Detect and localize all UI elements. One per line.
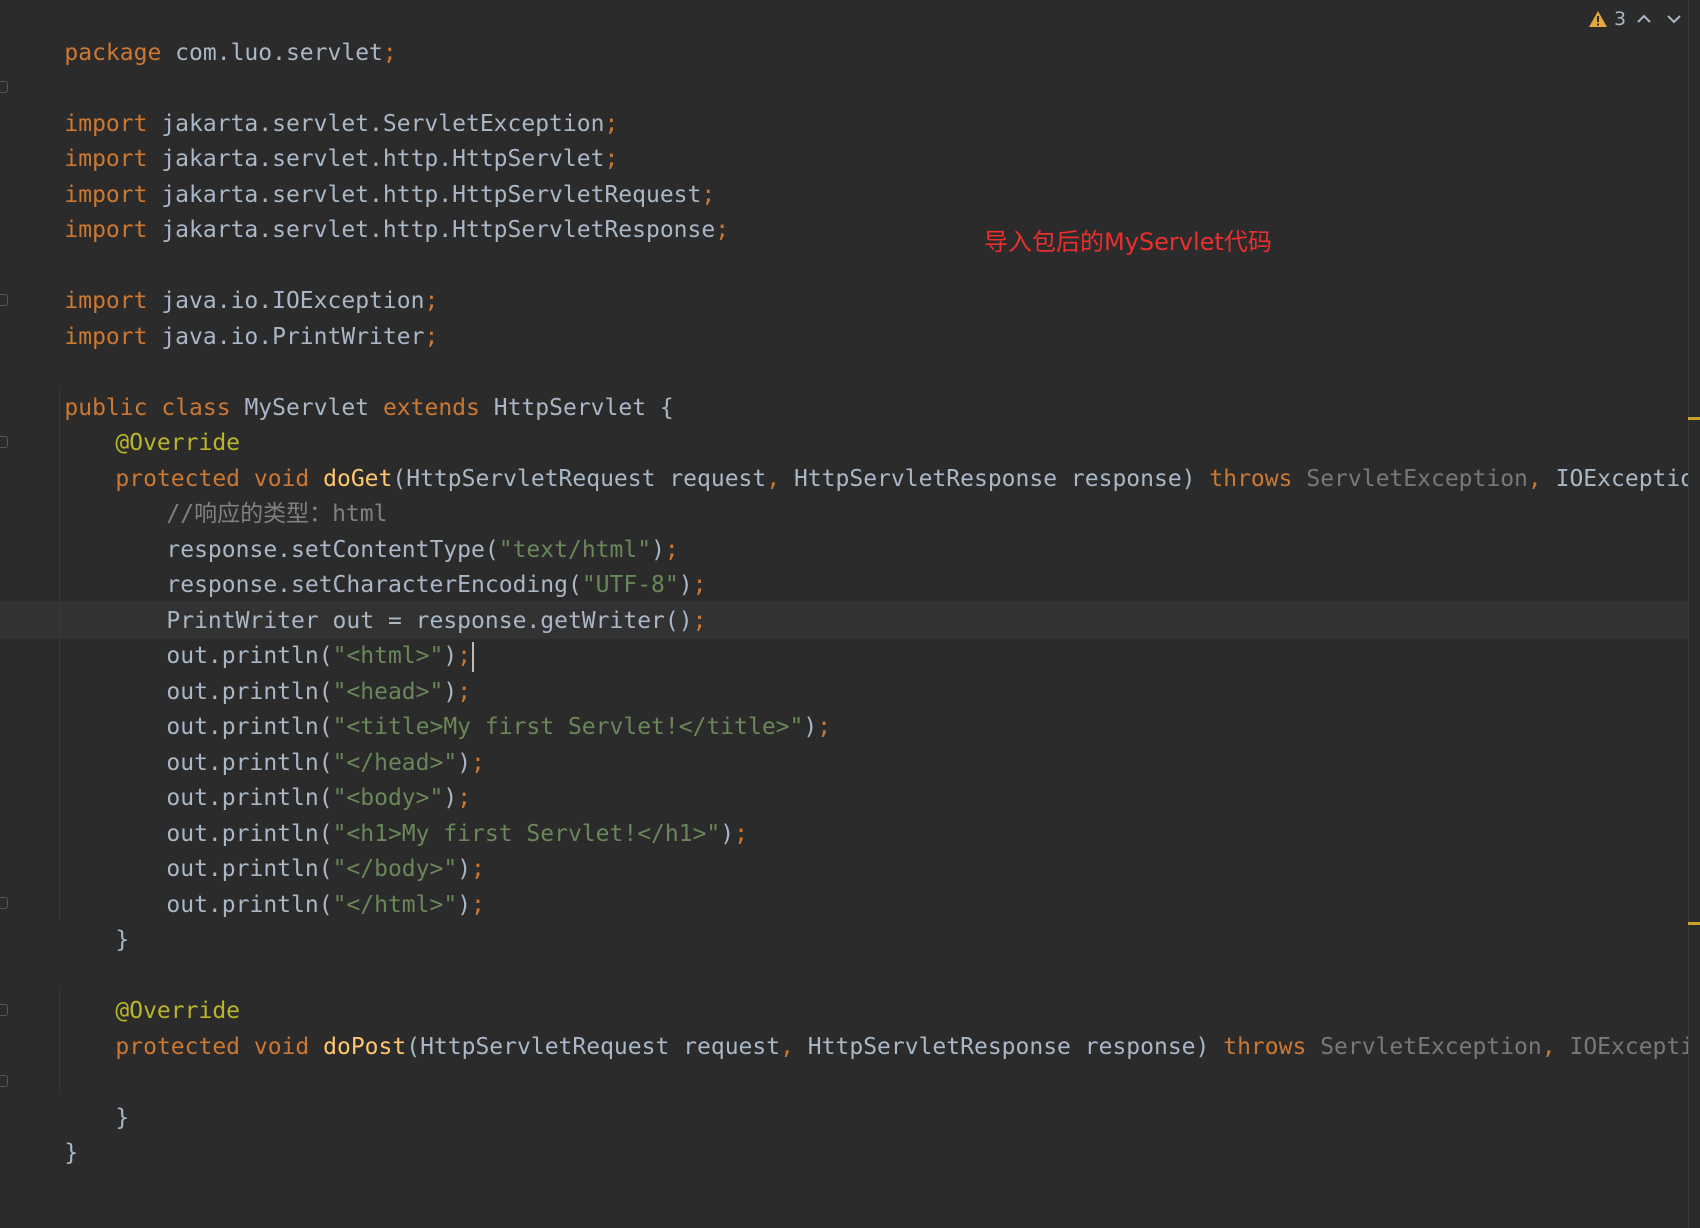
previous-highlight-button[interactable] <box>1632 7 1656 31</box>
keyword-void: void <box>253 1034 310 1060</box>
class-name: MyServlet <box>244 395 370 421</box>
exception-type: ServletException <box>1306 466 1528 492</box>
semicolon: ; <box>734 821 749 847</box>
code-line-close-brace[interactable]: } <box>60 883 129 953</box>
semicolon: ; <box>817 714 832 740</box>
code-line-statement[interactable]: out.println("<head>"); <box>111 635 471 705</box>
code-line-class-close[interactable]: } <box>9 1096 78 1166</box>
code-line-import[interactable]: import jakarta.servlet.http.HttpServletR… <box>9 138 715 208</box>
chevron-up-icon <box>1637 14 1651 23</box>
string-literal: "</html>" <box>332 892 458 918</box>
inspection-widget[interactable]: 3 <box>1588 4 1686 34</box>
code-line-import[interactable]: import java.io.IOException; <box>9 244 438 314</box>
code-line-statement[interactable]: out.println("<h1>My first Servlet!</h1>"… <box>111 777 748 847</box>
exception-type: ServletException <box>1320 1034 1542 1060</box>
comma: , <box>766 466 781 492</box>
keyword: import <box>64 217 148 243</box>
code-line-statement[interactable]: out.println("</body>"); <box>111 812 485 882</box>
code-line-annotation[interactable]: @Override <box>60 386 240 456</box>
code-line-statement[interactable]: out.println("</head>"); <box>111 706 485 776</box>
warning-stripe-marker[interactable] <box>1688 922 1700 925</box>
fold-marker[interactable] <box>0 294 8 306</box>
code-line-comment[interactable]: //响应的类型：html <box>111 457 387 527</box>
code-line-statement[interactable]: out.println("</html>"); <box>111 848 485 918</box>
code-line-statement[interactable]: response.setCharacterEncoding("UTF-8"); <box>111 528 706 598</box>
statement-code: out.println( <box>166 892 333 918</box>
keyword-protected: protected <box>115 1034 241 1060</box>
statement-code: ) <box>457 892 472 918</box>
keyword: package <box>64 40 162 66</box>
code-line-import[interactable]: import jakarta.servlet.http.HttpServletR… <box>9 173 729 243</box>
close-brace: } <box>115 927 130 953</box>
keyword-throws: throws <box>1223 1034 1307 1060</box>
fold-marker[interactable] <box>0 1004 8 1016</box>
semicolon: ; <box>424 324 439 350</box>
code-line-statement[interactable]: response.setContentType("text/html"); <box>111 493 678 563</box>
warning-count: 3 <box>1614 8 1627 30</box>
method-params: (HttpServletRequest request <box>392 466 767 492</box>
annotation-note: 导入包后的MyServlet代码 <box>984 228 1272 256</box>
semicolon: ; <box>692 608 707 634</box>
semicolon: ; <box>382 40 397 66</box>
semicolon: ; <box>471 750 485 776</box>
code-line-statement[interactable]: out.println("<title>My first Servlet!</t… <box>111 670 831 740</box>
text-caret <box>472 641 475 672</box>
warning-stripe-marker[interactable] <box>1688 417 1700 420</box>
comma: , <box>1541 1034 1556 1060</box>
code-line-close-brace[interactable]: } <box>60 1061 129 1131</box>
semicolon: ; <box>471 892 485 918</box>
exception-type: IOException { <box>1555 466 1700 492</box>
next-highlight-button[interactable] <box>1662 7 1686 31</box>
method-params: HttpServletResponse response) <box>780 466 1196 492</box>
chevron-down-icon <box>1667 15 1681 24</box>
package-name: com.luo.servlet <box>161 40 383 66</box>
code-line-dopost-signature[interactable]: protected void doPost(HttpServletRequest… <box>60 990 1700 1060</box>
code-line-annotation[interactable]: @Override <box>60 954 240 1024</box>
code-line-statement[interactable]: out.println("<html>"); <box>111 599 475 672</box>
parent-class-name: HttpServlet <box>493 395 647 421</box>
code-line-statement[interactable]: PrintWriter out = response.getWriter(); <box>111 564 706 634</box>
method-name: doPost <box>323 1034 407 1060</box>
fold-marker[interactable] <box>0 436 8 448</box>
code-line-import[interactable]: import jakarta.servlet.http.HttpServlet; <box>9 102 618 172</box>
keyword-extends: extends <box>382 395 480 421</box>
code-line-import[interactable]: import jakarta.servlet.ServletException; <box>9 67 618 137</box>
import-path: jakarta.servlet.http.HttpServletResponse <box>147 217 716 243</box>
statement-code: ) <box>720 821 735 847</box>
code-line-statement[interactable]: out.println("<body>"); <box>111 741 471 811</box>
keyword: import <box>64 324 148 350</box>
import-path: java.io.PrintWriter <box>147 324 425 350</box>
fold-marker[interactable] <box>0 81 8 93</box>
keyword-throws: throws <box>1209 466 1293 492</box>
open-brace: { <box>659 395 674 421</box>
code-line-doget-signature[interactable]: protected void doGet(HttpServletRequest … <box>60 422 1700 492</box>
fold-marker[interactable] <box>0 897 8 909</box>
method-params: (HttpServletRequest request <box>406 1034 781 1060</box>
code-line-import[interactable]: import java.io.PrintWriter; <box>9 280 438 350</box>
close-brace: } <box>115 1105 130 1131</box>
vertical-scrollbar[interactable] <box>1688 0 1700 1228</box>
code-editor[interactable]: package com.luo.servlet; import jakarta.… <box>0 0 1700 1228</box>
warning-icon <box>1588 10 1608 28</box>
statement-code: ) <box>803 714 818 740</box>
exception-type: IOException <box>1569 1034 1700 1060</box>
close-brace: } <box>64 1140 79 1166</box>
code-line-package[interactable]: package com.luo.servlet; <box>9 0 396 66</box>
semicolon: ; <box>715 217 730 243</box>
fold-marker[interactable] <box>0 1075 8 1087</box>
comma: , <box>1527 466 1542 492</box>
method-params: HttpServletResponse response) <box>793 1034 1210 1060</box>
comma: , <box>780 1034 794 1060</box>
code-line-class-declaration[interactable]: public class MyServlet extends HttpServl… <box>9 351 673 421</box>
